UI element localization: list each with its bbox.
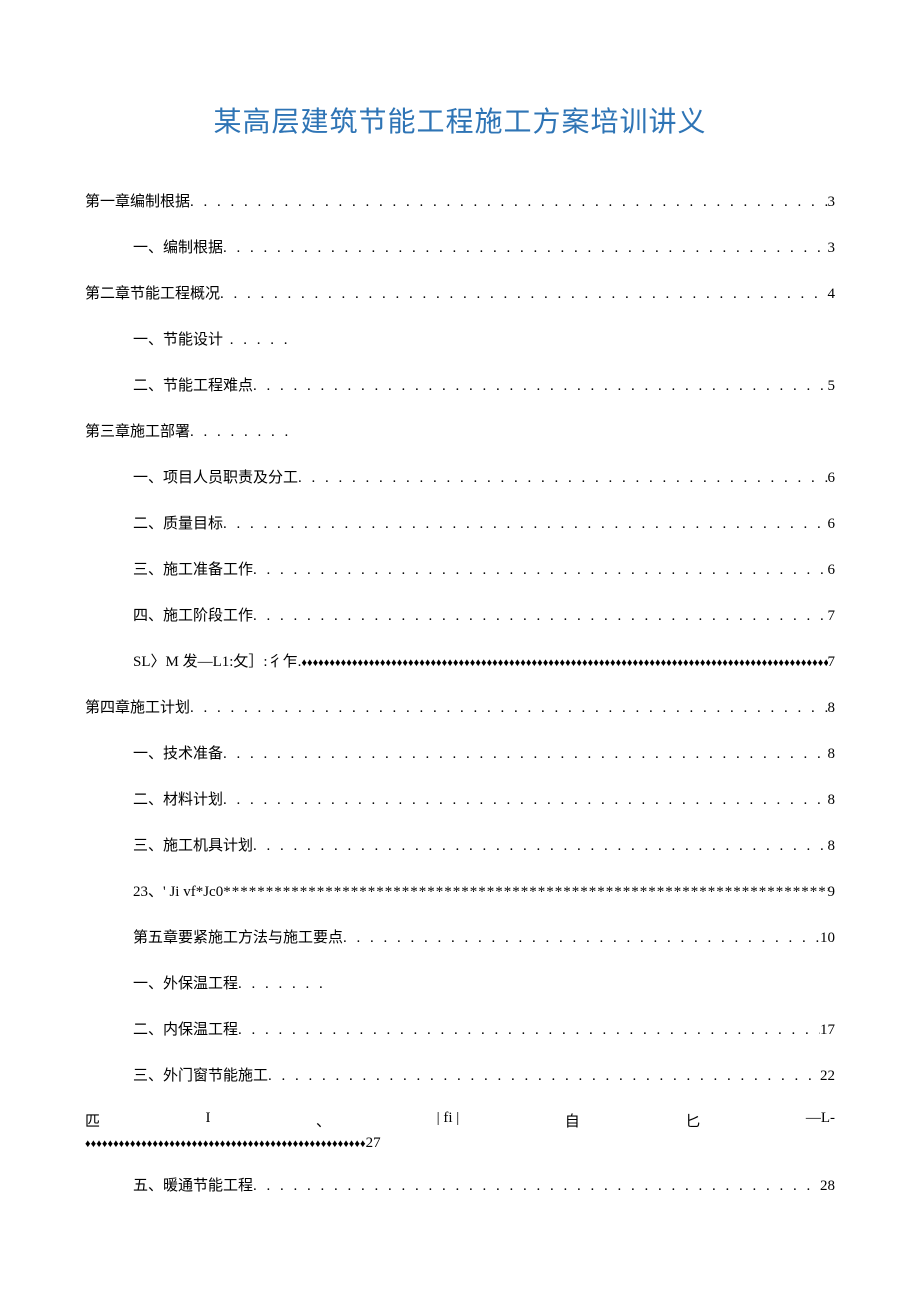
garbled-part: | fi | bbox=[437, 1110, 460, 1131]
toc-text: 第一章编制根据 bbox=[85, 190, 190, 214]
garbled-part: 自 bbox=[565, 1110, 580, 1131]
toc-entry-chapter4: 第四章施工计划 . . . . . . . . . . . . . . . . … bbox=[85, 696, 835, 720]
garbled-part: I bbox=[206, 1110, 211, 1131]
toc-text: 二、材料计划 bbox=[133, 788, 223, 812]
toc-asterisk-leader: ****************************************… bbox=[223, 880, 827, 904]
garbled-part: 、 bbox=[316, 1110, 331, 1131]
toc-text: 一、项目人员职责及分工 bbox=[133, 466, 298, 490]
toc-page: 7 bbox=[828, 604, 836, 628]
toc-text: 23、' Ji vf*Jc0 bbox=[133, 880, 223, 904]
toc-entry-2-1: 一、节能设计 . . . . . bbox=[85, 328, 835, 352]
toc-page: 9 bbox=[828, 880, 836, 904]
toc-text: 二、节能工程难点 bbox=[133, 374, 253, 398]
toc-page: 4 bbox=[828, 282, 836, 306]
toc-page: 6 bbox=[828, 558, 836, 582]
toc-entry-5-4-garbled: 匹 I 、 | fi | 自 匕 —L- ♦♦♦♦♦♦♦♦♦♦♦♦♦♦♦♦♦♦♦… bbox=[85, 1110, 835, 1152]
toc-entry-chapter2: 第二章节能工程概况 . . . . . . . . . . . . . . . … bbox=[85, 282, 835, 306]
toc-diamond-leader: ♦♦♦♦♦♦♦♦♦♦♦♦♦♦♦♦♦♦♦♦♦♦♦♦♦♦♦♦♦♦♦♦♦♦♦♦♦♦♦♦… bbox=[85, 1138, 366, 1150]
toc-entry-5-3: 三、外门窗节能施工 . . . . . . . . . . . . . . . … bbox=[85, 1064, 835, 1088]
toc-text: 二、内保温工程 bbox=[133, 1018, 238, 1042]
toc-leader: . . . . . . . . . . . . . . . . . . . . … bbox=[253, 604, 827, 628]
toc-entry-3-4: 四、施工阶段工作 . . . . . . . . . . . . . . . .… bbox=[85, 604, 835, 628]
toc-entry-4-2: 二、材料计划 . . . . . . . . . . . . . . . . .… bbox=[85, 788, 835, 812]
toc-leader: . . . . . . . . . . . . . . . . . . . . … bbox=[238, 1018, 820, 1042]
toc-entry-5-5: 五、暖通节能工程 . . . . . . . . . . . . . . . .… bbox=[85, 1174, 835, 1198]
toc-leader: . . . . . . . . . . . . . . . . . . . . … bbox=[223, 788, 827, 812]
toc-page: 27 bbox=[366, 1135, 381, 1151]
toc-page: 6 bbox=[828, 512, 836, 536]
toc-leader: . . . . . . . . . . . . . . . . . . . . … bbox=[220, 282, 827, 306]
toc-entry-5-1: 一、外保温工程. . . . . . . bbox=[85, 972, 835, 996]
toc-entry-chapter5: 第五章要紧施工方法与施工要点 . . . . . . . . . . . . .… bbox=[85, 926, 835, 950]
toc-text: 一、节能设计 bbox=[133, 332, 223, 348]
toc-short-dots: . . . . . bbox=[223, 332, 291, 348]
toc-entry-4-1: 一、技术准备 . . . . . . . . . . . . . . . . .… bbox=[85, 742, 835, 766]
garbled-part: 匹 bbox=[85, 1110, 100, 1131]
toc-entry-3-3: 三、施工准备工作 . . . . . . . . . . . . . . . .… bbox=[85, 558, 835, 582]
toc-leader: . . . . . . . . . . . . . . . . . . . . … bbox=[190, 696, 827, 720]
toc-text: 三、施工准备工作 bbox=[133, 558, 253, 582]
toc-page: 6 bbox=[828, 466, 836, 490]
toc-leader: . . . . . . . . . . . . . . . . . . . . … bbox=[298, 466, 827, 490]
toc-page: 17 bbox=[820, 1018, 835, 1042]
toc-page: 3 bbox=[828, 190, 836, 214]
toc-leader: . . . . . . . . . . . . . . . . . . . . … bbox=[253, 374, 827, 398]
document-title: 某高层建筑节能工程施工方案培训讲义 bbox=[85, 100, 835, 140]
toc-leader: . . . . . . . . . . . . . . . . . . . . … bbox=[190, 190, 827, 214]
toc-entry-chapter1: 第一章编制根据 . . . . . . . . . . . . . . . . … bbox=[85, 190, 835, 214]
toc-leader: . . . . . . . . . . . . . . . . . . . . … bbox=[268, 1064, 820, 1088]
toc-entry-2-2: 二、节能工程难点 . . . . . . . . . . . . . . . .… bbox=[85, 374, 835, 398]
toc-entry-3-1: 一、项目人员职责及分工 . . . . . . . . . . . . . . … bbox=[85, 466, 835, 490]
toc-entry-3-2: 二、质量目标 . . . . . . . . . . . . . . . . .… bbox=[85, 512, 835, 536]
toc-page: 8 bbox=[828, 788, 836, 812]
toc-short-dots: . . . . . . . . bbox=[190, 424, 291, 440]
toc-page: 3 bbox=[828, 236, 836, 260]
toc-page: 7 bbox=[828, 650, 836, 674]
toc-page: 22 bbox=[820, 1064, 835, 1088]
toc-text: 四、施工阶段工作 bbox=[133, 604, 253, 628]
toc-leader: . . . . . . . . . . . . . . . . . . . . … bbox=[223, 512, 827, 536]
toc-text: SL〉M 发—L1:攵］:彳乍. bbox=[133, 650, 301, 674]
garbled-part: —L- bbox=[806, 1110, 835, 1131]
toc-text: 一、外保温工程 bbox=[133, 976, 238, 992]
toc-page: 10 bbox=[820, 926, 835, 950]
toc-text: 二、质量目标 bbox=[133, 512, 223, 536]
toc-page: 8 bbox=[828, 834, 836, 858]
toc-leader: . . . . . . . . . . . . . . . . . . . . … bbox=[253, 834, 827, 858]
toc-text: 一、技术准备 bbox=[133, 742, 223, 766]
toc-entry-4-3: 三、施工机具计划 . . . . . . . . . . . . . . . .… bbox=[85, 834, 835, 858]
toc-leader: . . . . . . . . . . . . . . . . . . . . … bbox=[223, 236, 827, 260]
table-of-contents: 第一章编制根据 . . . . . . . . . . . . . . . . … bbox=[85, 190, 835, 1198]
toc-page: 28 bbox=[820, 1174, 835, 1198]
toc-text: 一、编制根据 bbox=[133, 236, 223, 260]
toc-text: 第四章施工计划 bbox=[85, 696, 190, 720]
toc-entry-5-2: 二、内保温工程 . . . . . . . . . . . . . . . . … bbox=[85, 1018, 835, 1042]
toc-page: 5 bbox=[828, 374, 836, 398]
toc-text: 第三章施工部署 bbox=[85, 424, 190, 440]
toc-page: 8 bbox=[828, 742, 836, 766]
toc-entry-4-4-garbled: 23、' Ji vf*Jc0 *************************… bbox=[85, 880, 835, 904]
toc-short-dots: . . . . . . . bbox=[238, 976, 326, 992]
toc-diamond-leader: ♦♦♦♦♦♦♦♦♦♦♦♦♦♦♦♦♦♦♦♦♦♦♦♦♦♦♦♦♦♦♦♦♦♦♦♦♦♦♦♦… bbox=[301, 655, 827, 673]
toc-text: 第二章节能工程概况 bbox=[85, 282, 220, 306]
toc-leader: . . . . . . . . . . . . . . . . . . . . … bbox=[223, 742, 827, 766]
toc-text: 五、暖通节能工程 bbox=[133, 1174, 253, 1198]
toc-leader: . . . . . . . . . . . . . . . . . . . . … bbox=[343, 926, 820, 950]
toc-leader: . . . . . . . . . . . . . . . . . . . . … bbox=[253, 558, 827, 582]
garbled-diamond-row: ♦♦♦♦♦♦♦♦♦♦♦♦♦♦♦♦♦♦♦♦♦♦♦♦♦♦♦♦♦♦♦♦♦♦♦♦♦♦♦♦… bbox=[85, 1135, 835, 1152]
toc-text: 三、外门窗节能施工 bbox=[133, 1064, 268, 1088]
toc-entry-chapter3: 第三章施工部署. . . . . . . . bbox=[85, 420, 835, 444]
toc-leader: . . . . . . . . . . . . . . . . . . . . … bbox=[253, 1174, 820, 1198]
toc-page: 8 bbox=[828, 696, 836, 720]
garbled-part: 匕 bbox=[685, 1110, 700, 1131]
toc-entry-1-1: 一、编制根据 . . . . . . . . . . . . . . . . .… bbox=[85, 236, 835, 260]
garbled-spread: 匹 I 、 | fi | 自 匕 —L- bbox=[85, 1110, 835, 1131]
toc-text: 三、施工机具计划 bbox=[133, 834, 253, 858]
toc-entry-3-5-garbled: SL〉M 发—L1:攵］:彳乍. ♦♦♦♦♦♦♦♦♦♦♦♦♦♦♦♦♦♦♦♦♦♦♦… bbox=[85, 650, 835, 674]
toc-text: 第五章要紧施工方法与施工要点 bbox=[133, 926, 343, 950]
